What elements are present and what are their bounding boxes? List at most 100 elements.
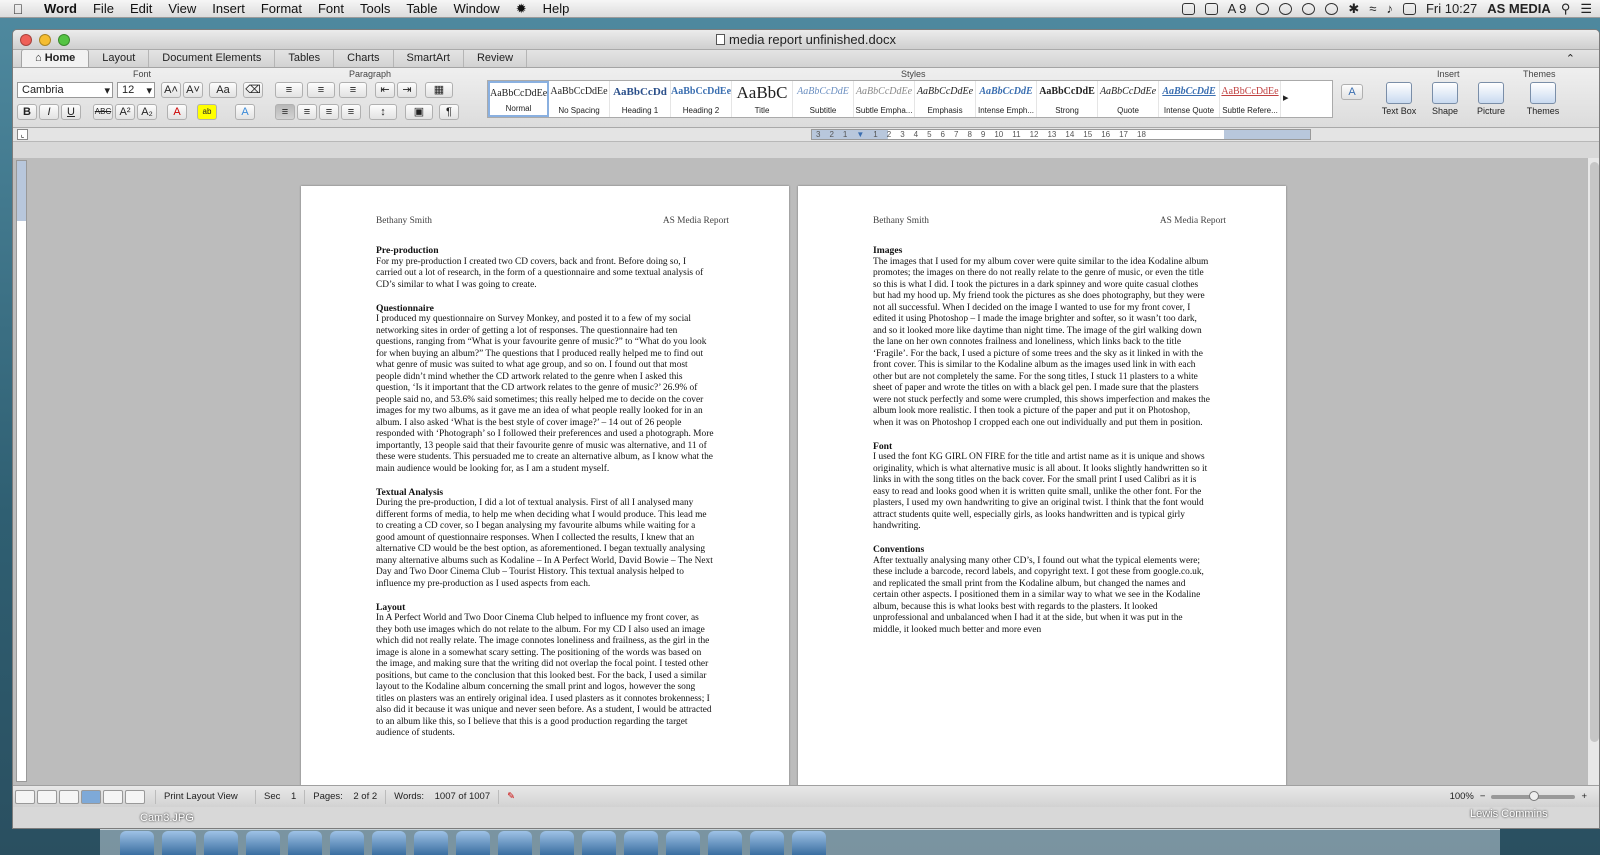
- shrink-font-button[interactable]: A˅: [183, 82, 203, 98]
- style-intense-quote[interactable]: AaBbCcDdE Intense Quote: [1159, 81, 1220, 117]
- menu-window[interactable]: Window: [445, 1, 507, 16]
- menu-edit[interactable]: Edit: [122, 1, 160, 16]
- calendar-icon[interactable]: [372, 831, 406, 855]
- style-emphasis[interactable]: AaBbCcDdEe Emphasis: [915, 81, 976, 117]
- notification-center-icon[interactable]: ☰: [1580, 1, 1592, 17]
- style-normal[interactable]: AaBbCcDdEe Normal: [488, 81, 549, 117]
- menu-font[interactable]: Font: [310, 1, 352, 16]
- safari-icon[interactable]: [288, 831, 322, 855]
- align-right-icon[interactable]: ≡: [319, 104, 339, 120]
- titlebar[interactable]: media report unfinished.docx: [13, 30, 1599, 50]
- justify-icon[interactable]: ≡: [341, 104, 361, 120]
- preview-icon[interactable]: [582, 831, 616, 855]
- shading-icon[interactable]: ▣: [405, 104, 433, 120]
- style-pane-icon[interactable]: A: [1341, 84, 1363, 100]
- themes-button[interactable]: Themes: [1521, 82, 1565, 116]
- outline-view-button[interactable]: [37, 789, 57, 804]
- tab-document-elements[interactable]: Document Elements: [149, 50, 276, 67]
- battery-icon[interactable]: [1402, 2, 1416, 15]
- page-body[interactable]: Images The images that I used for my alb…: [873, 245, 1211, 648]
- spotlight-icon[interactable]: ⚲: [1561, 1, 1571, 17]
- increase-indent-icon[interactable]: ⇥: [397, 82, 417, 98]
- style-strong[interactable]: AaBbCcDdE Strong: [1037, 81, 1098, 117]
- style-title[interactable]: AaBbC Title: [732, 81, 793, 117]
- finder-icon[interactable]: [120, 831, 154, 855]
- numbering-icon[interactable]: ≡: [307, 82, 335, 98]
- tab-smartart[interactable]: SmartArt: [394, 50, 464, 67]
- vertical-scrollbar[interactable]: [1587, 158, 1599, 785]
- font-size-select[interactable]: 12 ▾: [117, 82, 155, 98]
- page-header[interactable]: Bethany Smith AS Media Report: [376, 216, 729, 228]
- paragraph[interactable]: In A Perfect World and Two Door Cinema C…: [376, 613, 714, 740]
- font-color-button[interactable]: A: [167, 104, 187, 120]
- sync-icon-3[interactable]: [1302, 2, 1316, 15]
- line-spacing-icon[interactable]: ↕: [369, 104, 397, 120]
- underline-button[interactable]: U: [61, 104, 81, 120]
- style-heading-1[interactable]: AaBbCcDd Heading 1: [610, 81, 671, 117]
- user-name[interactable]: AS MEDIA: [1487, 1, 1551, 16]
- sync-icon[interactable]: [1256, 2, 1270, 15]
- align-center-icon[interactable]: ≡: [297, 104, 317, 120]
- word-count[interactable]: Words: 1007 of 1007: [385, 789, 498, 804]
- menu-tools[interactable]: Tools: [352, 1, 398, 16]
- zoom-in-icon[interactable]: +: [1581, 791, 1587, 802]
- insert-text-box-button[interactable]: Text Box: [1377, 82, 1421, 116]
- align-left-icon[interactable]: ≡: [275, 104, 295, 120]
- font-name-select[interactable]: Cambria ▾: [17, 82, 113, 98]
- spelling-check-icon[interactable]: ✎: [498, 789, 523, 804]
- tab-review[interactable]: Review: [464, 50, 528, 67]
- photo-booth-icon[interactable]: [498, 831, 532, 855]
- app-store-icon[interactable]: [162, 831, 196, 855]
- paragraph[interactable]: During the pre-production, I did a lot o…: [376, 498, 714, 590]
- adobe-icon[interactable]: [1204, 2, 1218, 15]
- bold-button[interactable]: B: [17, 104, 37, 120]
- style-heading-2[interactable]: AaBbCcDdEe Heading 2: [671, 81, 732, 117]
- text-effects-button[interactable]: A: [235, 104, 255, 120]
- tab-layout[interactable]: Layout: [89, 50, 150, 67]
- zoom-slider[interactable]: [1491, 790, 1576, 801]
- paragraph[interactable]: I used the font KG GIRL ON FIRE for the …: [873, 452, 1211, 533]
- tab-charts[interactable]: Charts: [334, 50, 394, 67]
- ruler-indent-marker[interactable]: ▼: [856, 130, 864, 139]
- print-layout-view-button[interactable]: [81, 789, 101, 804]
- contacts-icon[interactable]: [330, 831, 364, 855]
- grow-font-button[interactable]: A˄: [161, 82, 181, 98]
- page-header[interactable]: Bethany Smith AS Media Report: [873, 216, 1226, 228]
- menu-app[interactable]: Word: [36, 1, 85, 16]
- downloads-folder-icon[interactable]: [750, 831, 784, 855]
- horizontal-ruler[interactable]: 3 2 1 ▼ 1 2 3 4 5 6 7 8 9 10 11 12 13 14…: [811, 129, 1311, 140]
- sync-icon-2[interactable]: [1279, 2, 1293, 15]
- bluetooth-icon[interactable]: ✱: [1348, 1, 1359, 17]
- tab-tables[interactable]: Tables: [275, 50, 335, 67]
- change-case-button[interactable]: Aa: [209, 82, 237, 98]
- photos-icon[interactable]: [414, 831, 448, 855]
- insert-picture-button[interactable]: Picture: [1469, 82, 1513, 116]
- menu-format[interactable]: Format: [253, 1, 310, 16]
- word-icon[interactable]: [666, 831, 700, 855]
- tab-selector-icon[interactable]: ⌞: [17, 129, 28, 140]
- styles-scroll-right-icon[interactable]: ▸: [1283, 91, 1289, 117]
- menu-insert[interactable]: Insert: [204, 1, 253, 16]
- page-2[interactable]: Bethany Smith AS Media Report Images The …: [798, 186, 1286, 786]
- draft-view-button[interactable]: [15, 789, 35, 804]
- excel-icon[interactable]: [708, 831, 742, 855]
- desktop-file-label[interactable]: Lewis Commins: [1470, 808, 1548, 820]
- apple-icon[interactable]: : [0, 1, 36, 17]
- page-body[interactable]: Pre-production For my pre-production I c…: [376, 245, 714, 751]
- collapse-ribbon-icon[interactable]: ⌃: [1566, 52, 1575, 65]
- style-subtitle[interactable]: AaBbCcDdE Subtitle: [793, 81, 854, 117]
- menu-help[interactable]: Help: [535, 1, 578, 16]
- superscript-button[interactable]: A²: [115, 104, 135, 120]
- adobe-badge[interactable]: A 9: [1228, 1, 1247, 16]
- itunes-icon[interactable]: [456, 831, 490, 855]
- menu-table[interactable]: Table: [398, 1, 445, 16]
- scrollbar-thumb[interactable]: [1590, 162, 1599, 742]
- zoom-out-icon[interactable]: −: [1480, 791, 1486, 802]
- launchpad-icon[interactable]: [204, 831, 238, 855]
- wifi-icon[interactable]: ≈: [1369, 1, 1376, 16]
- highlight-button[interactable]: ab: [197, 104, 217, 120]
- style-subtle-emphasis[interactable]: AaBbCcDdEe Subtle Empha...: [854, 81, 915, 117]
- volume-icon[interactable]: ♪: [1386, 1, 1393, 16]
- paragraph[interactable]: The images that I used for my album cove…: [873, 257, 1211, 430]
- tab-home[interactable]: ⌂ Home: [21, 49, 90, 67]
